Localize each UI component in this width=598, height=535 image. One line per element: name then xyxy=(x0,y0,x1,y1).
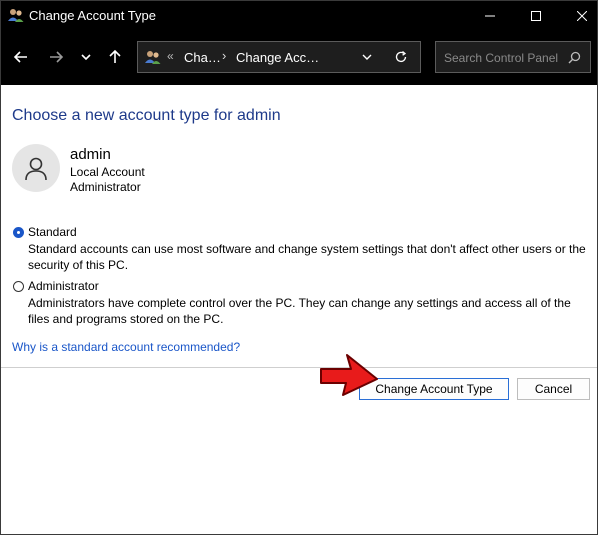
why-standard-link[interactable]: Why is a standard account recommended? xyxy=(12,340,240,354)
up-button[interactable] xyxy=(101,43,129,71)
administrator-label[interactable]: Administrator xyxy=(28,279,99,293)
refresh-icon xyxy=(395,51,407,63)
standard-description: Standard accounts can use most software … xyxy=(28,242,586,272)
change-account-type-button[interactable]: Change Account Type xyxy=(359,378,509,400)
breadcrumb-separator-icon: › xyxy=(222,48,227,63)
avatar xyxy=(12,144,60,192)
change-account-type-window: Change Account Type « Cha… › Change Acc…… xyxy=(0,0,598,535)
account-name: admin xyxy=(70,146,111,163)
user-accounts-icon xyxy=(8,9,24,22)
address-dropdown-button[interactable] xyxy=(358,48,376,66)
maximize-button[interactable] xyxy=(513,1,559,30)
chevron-down-icon xyxy=(81,54,91,61)
refresh-button[interactable] xyxy=(392,48,410,66)
annotation-arrow-icon xyxy=(320,354,378,396)
minimize-button[interactable] xyxy=(467,1,513,30)
back-button[interactable] xyxy=(7,43,35,71)
account-role: Administrator xyxy=(70,180,141,194)
breadcrumb-item[interactable]: Change Acc… xyxy=(236,50,319,65)
overflow-chevrons[interactable]: « xyxy=(167,49,174,63)
user-icon xyxy=(25,157,47,181)
maximize-icon xyxy=(531,10,541,21)
divider xyxy=(1,367,597,368)
minimize-icon xyxy=(485,15,495,16)
up-arrow-icon xyxy=(109,49,121,63)
forward-button[interactable] xyxy=(42,43,70,71)
close-button[interactable] xyxy=(559,1,597,30)
user-accounts-icon xyxy=(145,51,161,64)
navigation-bar: « Cha… › Change Acc… xyxy=(1,30,597,85)
forward-arrow-icon xyxy=(50,51,64,63)
page-title: Choose a new account type for admin xyxy=(12,107,281,124)
recent-locations-button[interactable] xyxy=(72,43,100,71)
administrator-description: Administrators have complete control ove… xyxy=(28,296,571,326)
back-arrow-icon xyxy=(13,51,27,63)
title-bar: Change Account Type xyxy=(1,1,597,30)
cancel-button[interactable]: Cancel xyxy=(517,378,590,400)
address-bar[interactable]: « Cha… › Change Acc… xyxy=(137,41,421,73)
close-icon xyxy=(577,10,587,21)
standard-radio[interactable] xyxy=(13,227,24,238)
administrator-radio[interactable] xyxy=(13,281,24,292)
standard-label[interactable]: Standard xyxy=(28,225,77,239)
search-input[interactable] xyxy=(436,42,572,74)
account-type: Local Account xyxy=(70,165,145,179)
search-icon[interactable] xyxy=(566,49,582,65)
breadcrumb-item[interactable]: Cha… xyxy=(184,50,221,65)
window-title: Change Account Type xyxy=(29,8,156,23)
chevron-down-icon xyxy=(362,54,372,60)
search-box[interactable] xyxy=(435,41,591,74)
